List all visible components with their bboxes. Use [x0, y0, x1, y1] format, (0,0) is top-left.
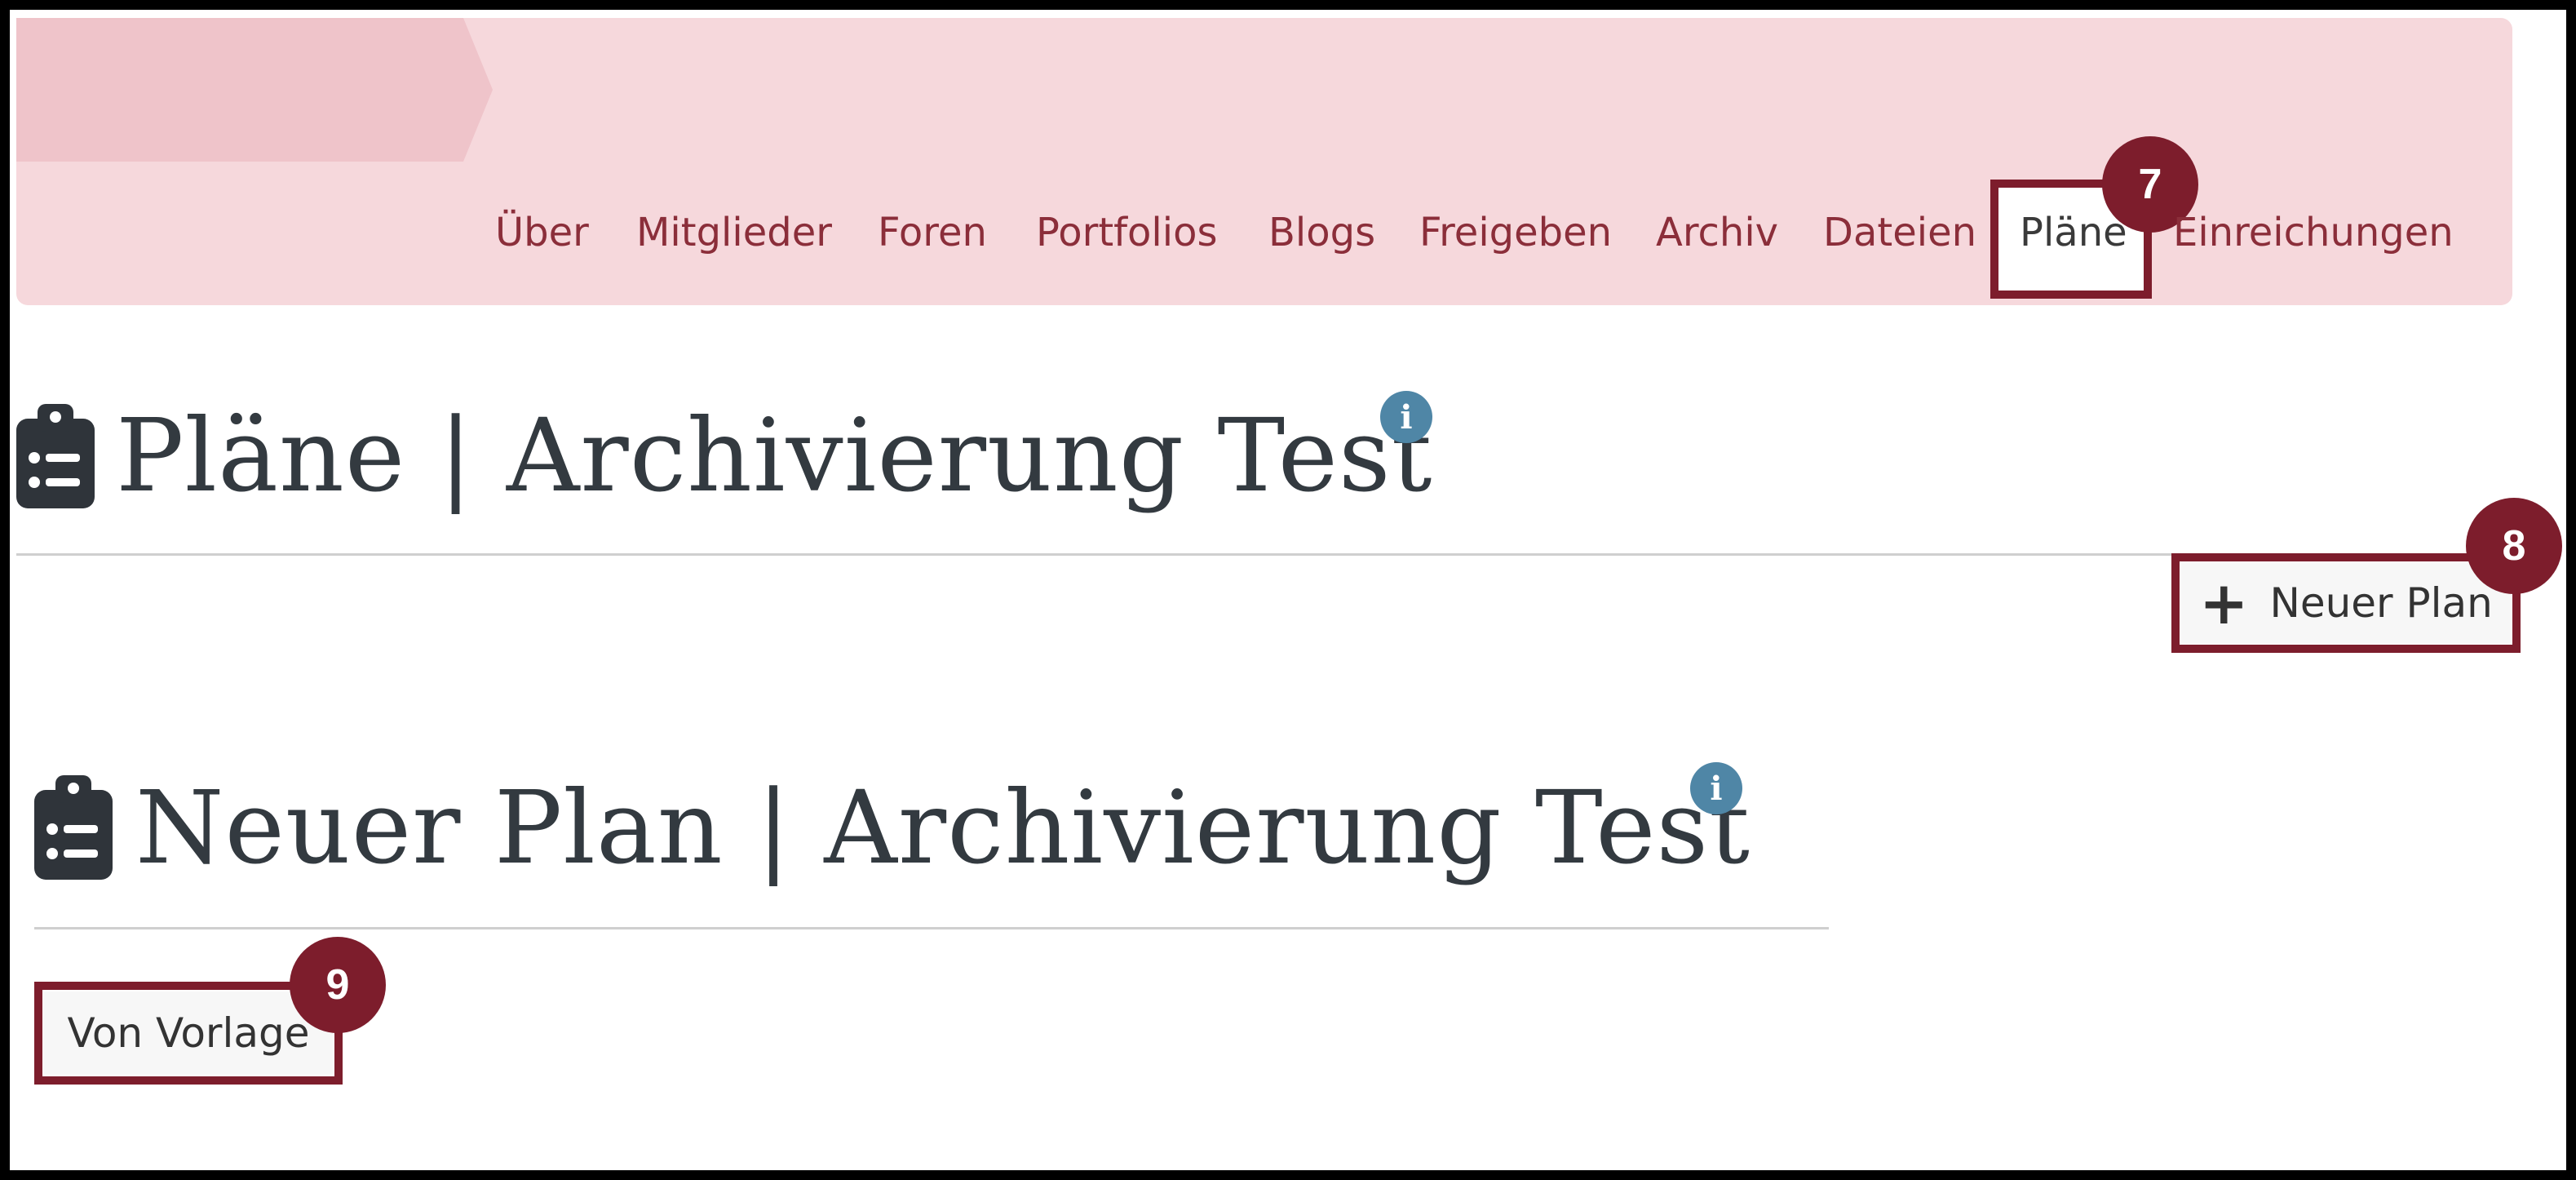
nav-item-ueber[interactable]: Über [495, 204, 589, 261]
nav-item-blogs[interactable]: Blogs [1268, 204, 1375, 261]
step-badge-8: 8 [2466, 498, 2562, 594]
new-plan-button[interactable]: + Neuer Plan [2181, 563, 2511, 643]
nav-item-portfolios[interactable]: Portfolios [1036, 204, 1217, 261]
clipboard-list-icon [16, 404, 95, 508]
plus-icon: + [2199, 569, 2249, 637]
nav-item-plaene[interactable]: Pläne [2020, 204, 2127, 261]
info-icon[interactable]: i [1380, 391, 1432, 443]
info-icon[interactable]: i [1690, 762, 1742, 814]
nav-item-einreichungen[interactable]: Einreichungen [2173, 204, 2454, 261]
nav-item-foren[interactable]: Foren [878, 204, 987, 261]
page-title-plaene: Pläne | Archivierung Test [116, 397, 1433, 515]
nav-item-dateien[interactable]: Dateien [1823, 204, 1976, 261]
page-title-neuer-plan: Neuer Plan | Archivierung Test [135, 770, 1751, 887]
header-banner-chevron [16, 18, 493, 162]
nav-item-mitglieder[interactable]: Mitglieder [636, 204, 832, 261]
divider [34, 927, 1829, 929]
divider [16, 553, 2512, 556]
nav-item-freigeben[interactable]: Freigeben [1419, 204, 1612, 261]
step-badge-9: 9 [290, 937, 386, 1033]
nav-item-archiv[interactable]: Archiv [1656, 204, 1778, 261]
clipboard-list-icon [34, 775, 113, 880]
from-template-button[interactable]: Von Vorlage [44, 991, 333, 1075]
